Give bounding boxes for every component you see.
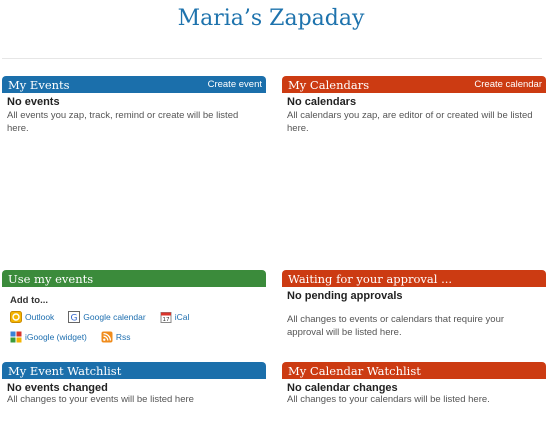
event-watchlist-empty-title: No events changed xyxy=(7,382,108,394)
event-watchlist-description: All changes to your events will be liste… xyxy=(7,394,194,405)
my-events-panel: My Events Create event No events All eve… xyxy=(2,76,266,138)
approval-empty-title: No pending approvals xyxy=(287,290,403,302)
my-events-header: My Events Create event xyxy=(2,76,266,93)
my-events-title: My Events xyxy=(8,77,70,92)
ical-link[interactable]: 17 iCal xyxy=(160,311,190,323)
add-to-label: Add to... xyxy=(10,295,48,306)
approval-title: Waiting for your approval ... xyxy=(288,271,453,286)
outlook-link[interactable]: Outlook xyxy=(10,311,54,323)
my-events-description: All events you zap, track, remind or cre… xyxy=(7,110,239,134)
use-my-events-header: Use my events xyxy=(2,270,266,287)
approval-header: Waiting for your approval ... xyxy=(282,270,546,287)
igoogle-label: iGoogle (widget) xyxy=(25,332,87,342)
calendar-watchlist-title: My Calendar Watchlist xyxy=(288,363,421,378)
calendar-watchlist-empty-title: No calendar changes xyxy=(287,382,398,394)
calendar-watchlist-panel: My Calendar Watchlist No calendar change… xyxy=(282,362,546,410)
title-divider xyxy=(2,58,542,59)
my-events-body: No events All events you zap, track, rem… xyxy=(2,93,266,138)
approval-body: No pending approvals All changes to even… xyxy=(282,287,546,342)
outlook-label: Outlook xyxy=(25,312,55,322)
my-calendars-title: My Calendars xyxy=(288,77,370,92)
svg-text:17: 17 xyxy=(162,317,169,323)
ical-label: iCal xyxy=(174,312,190,322)
ical-icon: 17 xyxy=(160,312,172,323)
igoogle-link[interactable]: iGoogle (widget) xyxy=(10,331,87,343)
use-my-events-title: Use my events xyxy=(8,271,94,286)
export-links-row-2: iGoogle (widget) Rss xyxy=(10,331,261,343)
svg-text:G: G xyxy=(71,314,78,324)
outlook-icon xyxy=(10,311,22,323)
my-calendars-header: My Calendars Create calendar xyxy=(282,76,546,93)
event-watchlist-title: My Event Watchlist xyxy=(8,363,122,378)
google-calendar-icon: G xyxy=(68,311,81,324)
rss-label: Rss xyxy=(115,332,131,342)
google-calendar-link[interactable]: G Google calendar xyxy=(68,311,146,324)
use-my-events-panel: Use my events Add to... Outlook G Google… xyxy=(2,270,266,351)
event-watchlist-panel: My Event Watchlist No events changed All… xyxy=(2,362,266,410)
my-calendars-description: All calendars you zap, are editor of or … xyxy=(287,110,533,134)
event-watchlist-body: No events changed All changes to your ev… xyxy=(2,379,266,410)
event-watchlist-header: My Event Watchlist xyxy=(2,362,266,379)
igoogle-icon xyxy=(10,331,22,343)
create-event-link[interactable]: Create event xyxy=(208,79,262,90)
calendar-watchlist-header: My Calendar Watchlist xyxy=(282,362,546,379)
rss-icon xyxy=(101,331,113,343)
page-title: Maria’s Zapaday xyxy=(177,6,365,31)
calendar-watchlist-description: All changes to your calendars will be li… xyxy=(287,394,490,405)
use-my-events-body: Add to... Outlook G Google calendar 17 i… xyxy=(2,295,266,343)
export-links-row-1: Outlook G Google calendar 17 iCal xyxy=(10,311,261,323)
my-calendars-panel: My Calendars Create calendar No calendar… xyxy=(282,76,546,138)
approval-panel: Waiting for your approval ... No pending… xyxy=(282,270,546,342)
google-calendar-label: Google calendar xyxy=(83,312,146,322)
approval-description: All changes to events or calendars that … xyxy=(287,314,505,338)
my-events-empty-title: No events xyxy=(7,96,60,108)
create-calendar-link[interactable]: Create calendar xyxy=(474,79,542,90)
my-calendars-empty-title: No calendars xyxy=(287,96,357,108)
my-calendars-body: No calendars All calendars you zap, are … xyxy=(282,93,546,138)
rss-link[interactable]: Rss xyxy=(101,331,131,343)
calendar-watchlist-body: No calendar changes All changes to your … xyxy=(282,379,546,410)
